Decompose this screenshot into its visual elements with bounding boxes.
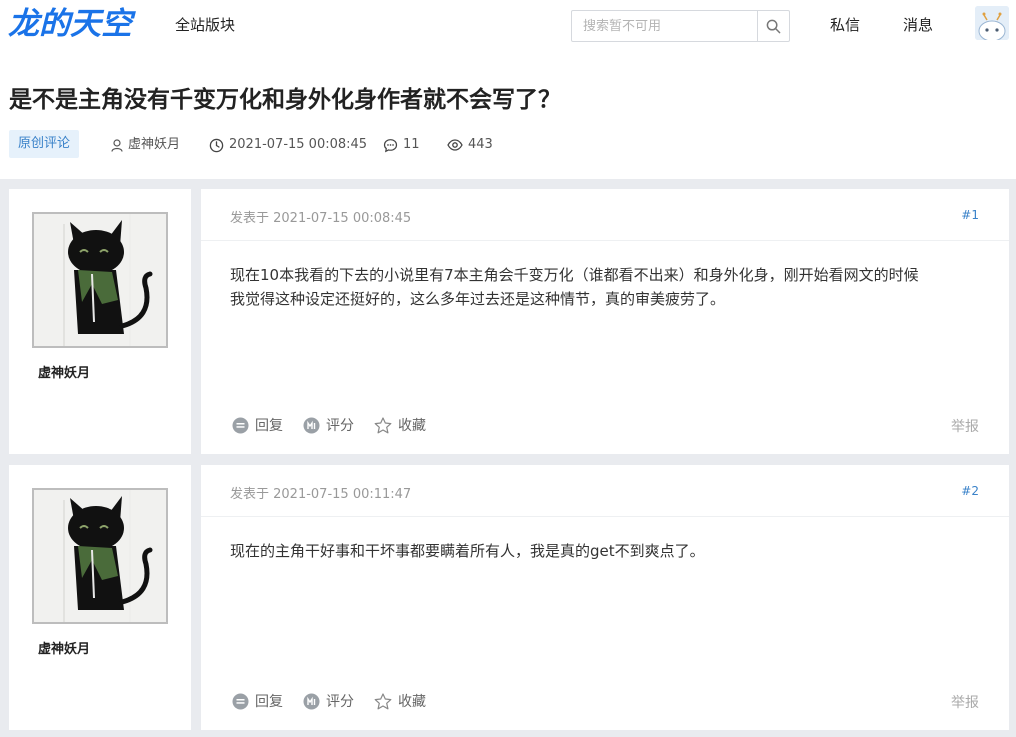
reply-button[interactable]: 回复 — [232, 691, 283, 711]
post-floor-link[interactable]: #2 — [961, 484, 979, 498]
post-body: 发表于 2021-07-15 00:11:47 #2 现在的主角干好事和干坏事都… — [201, 465, 1009, 730]
user-avatar[interactable] — [975, 6, 1009, 40]
post-date: 发表于 2021-07-15 00:08:45 — [230, 211, 412, 226]
favorite-button[interactable]: 收藏 — [374, 415, 426, 435]
post-item: 虚神妖月 发表于 2021-07-15 00:08:45 #1 现在10本我看的… — [0, 189, 1016, 454]
post-header: 发表于 2021-07-15 00:08:45 #1 — [201, 189, 1009, 241]
star-icon — [374, 416, 392, 433]
thread-time-meta: 2021-07-15 00:08:45 — [209, 136, 367, 154]
comment-icon — [383, 138, 398, 152]
post-content-line: 我觉得这种设定还挺好的，这么多年过去还是这种情节，真的审美疲劳了。 — [230, 290, 726, 308]
site-logo[interactable]: 龙的天空 — [8, 6, 132, 42]
post-content-line: 现在的主角干好事和干坏事都要瞒着所有人，我是真的get不到爽点了。 — [230, 542, 705, 560]
post-header: 发表于 2021-07-15 00:11:47 #2 — [201, 465, 1009, 517]
post-content: 现在的主角干好事和干坏事都要瞒着所有人，我是真的get不到爽点了。 — [230, 539, 980, 563]
search-icon — [766, 19, 781, 33]
rate-icon — [303, 417, 320, 433]
favorite-button[interactable]: 收藏 — [374, 691, 426, 711]
thread-replies-meta: 11 — [383, 136, 420, 154]
thread-category-tag[interactable]: 原创评论 — [9, 130, 80, 158]
star-icon — [374, 692, 392, 709]
reply-label: 回复 — [255, 418, 283, 434]
search-input[interactable] — [572, 11, 758, 41]
nav-notifications-link[interactable]: 消息 — [903, 15, 933, 35]
user-icon — [111, 138, 123, 152]
rate-label: 评分 — [326, 694, 354, 710]
nav-messages-link[interactable]: 私信 — [830, 15, 860, 35]
post-item: 虚神妖月 发表于 2021-07-15 00:11:47 #2 现在的主角干好事… — [0, 465, 1016, 730]
post-date: 发表于 2021-07-15 00:11:47 — [230, 487, 412, 502]
clock-icon — [209, 138, 224, 152]
top-navbar: 龙的天空 全站版块 私信 消息 — [0, 0, 1016, 52]
thread-author-name: 虚神妖月 — [128, 137, 181, 152]
rate-button[interactable]: 评分 — [303, 691, 354, 711]
reply-icon — [232, 693, 249, 709]
thread-header: 是不是主角没有千变万化和身外化身作者就不会写了？ 原创评论 虚神妖月 2021-… — [0, 52, 1016, 179]
thread-title: 是不是主角没有千变万化和身外化身作者就不会写了？ — [9, 87, 561, 113]
eye-icon — [447, 139, 463, 151]
rate-button[interactable]: 评分 — [303, 415, 354, 435]
favorite-label: 收藏 — [398, 694, 426, 710]
post-actions: 回复 评分 收藏 — [232, 415, 446, 435]
thread-view-count: 443 — [468, 137, 493, 152]
author-avatar[interactable] — [32, 212, 168, 348]
report-button[interactable]: 举报 — [951, 416, 979, 436]
favorite-label: 收藏 — [398, 418, 426, 434]
reply-label: 回复 — [255, 694, 283, 710]
nav-all-boards-link[interactable]: 全站版块 — [175, 15, 235, 35]
post-author-card: 虚神妖月 — [9, 189, 191, 454]
post-body: 发表于 2021-07-15 00:08:45 #1 现在10本我看的下去的小说… — [201, 189, 1009, 454]
search-box — [571, 10, 790, 42]
post-actions: 回复 评分 收藏 — [232, 691, 446, 711]
search-button[interactable] — [757, 11, 789, 41]
thread-views-meta: 443 — [447, 136, 493, 154]
rate-icon — [303, 693, 320, 709]
post-floor-link[interactable]: #1 — [961, 208, 979, 222]
reply-button[interactable]: 回复 — [232, 415, 283, 435]
reply-icon — [232, 417, 249, 433]
report-button[interactable]: 举报 — [951, 692, 979, 712]
rate-label: 评分 — [326, 418, 354, 434]
thread-datetime: 2021-07-15 00:08:45 — [229, 137, 368, 152]
post-content: 现在10本我看的下去的小说里有7本主角会千变万化（谁都看不出来）和身外化身，刚开… — [230, 263, 980, 311]
author-name[interactable]: 虚神妖月 — [38, 638, 90, 657]
post-content-line: 现在10本我看的下去的小说里有7本主角会千变万化（谁都看不出来）和身外化身，刚开… — [230, 266, 919, 284]
post-author-card: 虚神妖月 — [9, 465, 191, 730]
thread-author-meta[interactable]: 虚神妖月 — [111, 136, 180, 154]
author-name[interactable]: 虚神妖月 — [38, 362, 90, 381]
author-avatar[interactable] — [32, 488, 168, 624]
thread-reply-count: 11 — [403, 137, 420, 152]
